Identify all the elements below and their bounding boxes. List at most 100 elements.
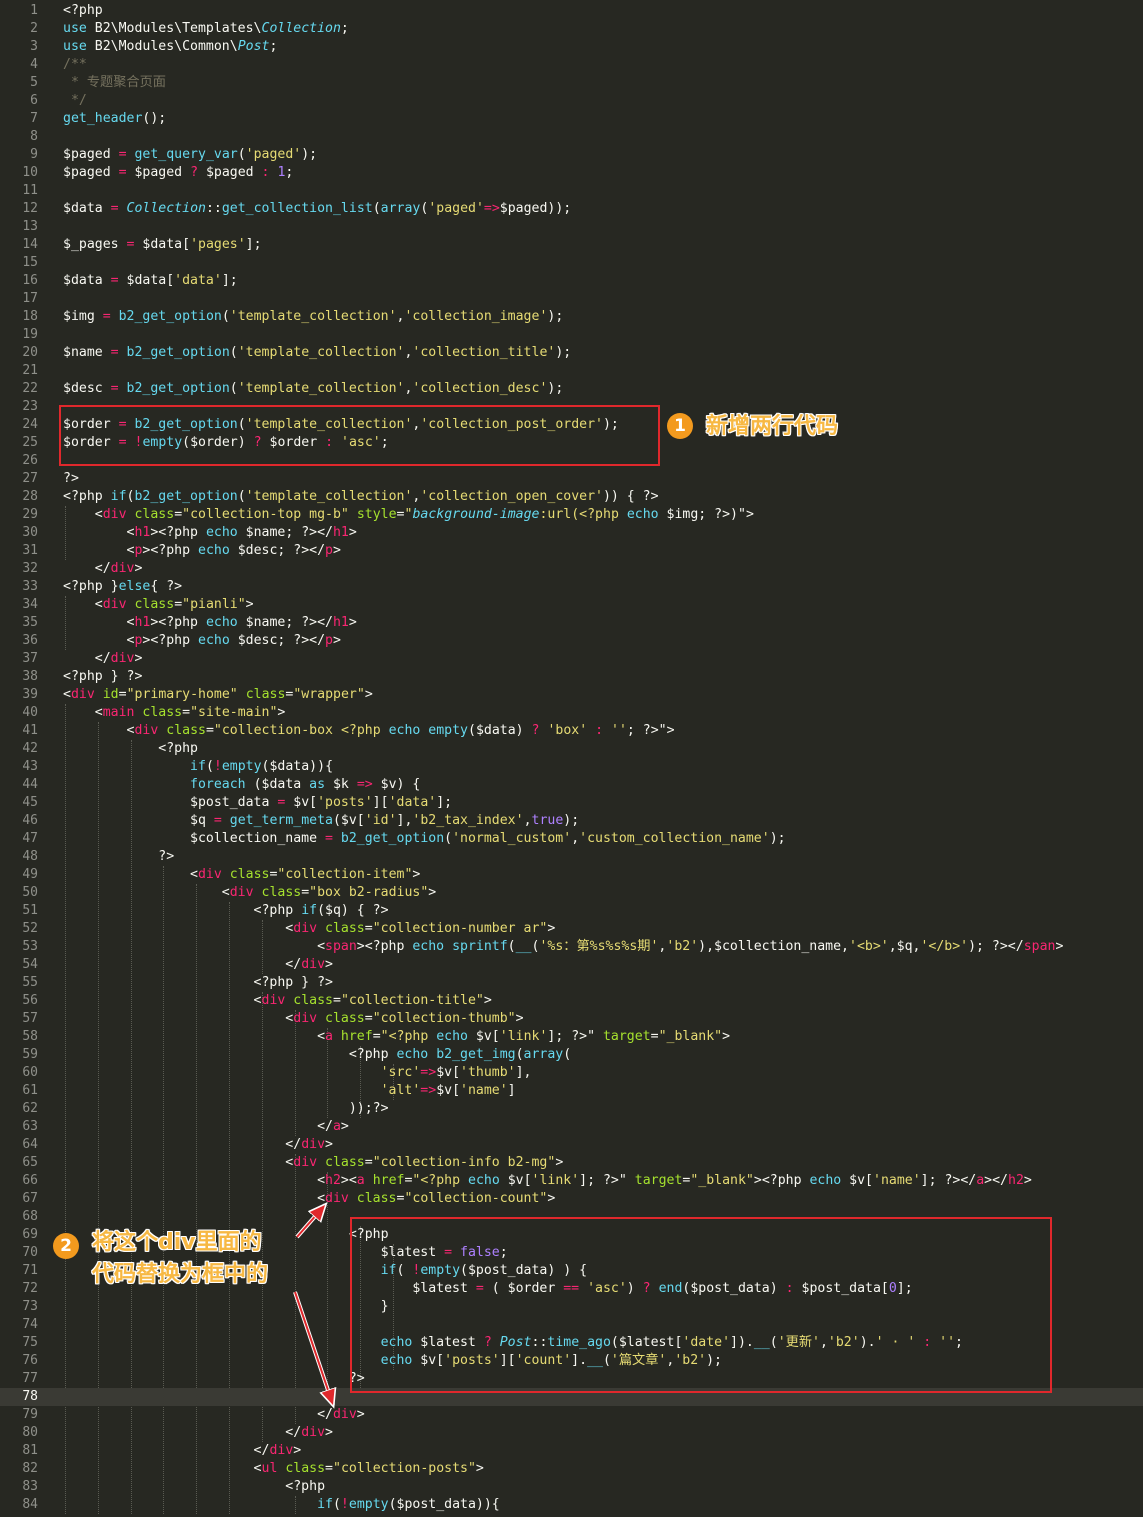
code-line[interactable]: 82 <ul class="collection-posts"> xyxy=(0,1460,1143,1478)
code-line[interactable]: 29 <div class="collection-top mg-b" styl… xyxy=(0,506,1143,524)
code-line[interactable]: 10 $paged = $paged ? $paged : 1; xyxy=(0,164,1143,182)
code-line[interactable]: 4 /** xyxy=(0,56,1143,74)
code-line[interactable]: 11 xyxy=(0,182,1143,200)
code-line[interactable]: 32 </div> xyxy=(0,560,1143,578)
code-token: 'custom_collection_name' xyxy=(579,831,770,846)
code-token: ); ?></ xyxy=(968,939,1024,954)
code-token: < xyxy=(63,543,135,558)
line-number: 68 xyxy=(22,1209,38,1224)
code-line[interactable]: 53 <span><?php echo sprintf(__('%s：第%s%s… xyxy=(0,938,1143,956)
code-line[interactable]: 81 </div> xyxy=(0,1442,1143,1460)
code-line[interactable]: 43 if(!empty($data)){ xyxy=(0,758,1143,776)
code-line[interactable]: 13 xyxy=(0,218,1143,236)
code-line[interactable]: 83 <?php xyxy=(0,1478,1143,1496)
code-token: class xyxy=(261,885,302,900)
code-line[interactable]: 41 <div class="collection-box <?php echo… xyxy=(0,722,1143,740)
code-line[interactable]: 21 xyxy=(0,362,1143,380)
code-line[interactable]: 62 ));?> xyxy=(0,1100,1143,1118)
code-line[interactable]: 48 ?> xyxy=(0,848,1143,866)
code-token: else xyxy=(118,579,151,594)
code-token: * 专题聚合页面 xyxy=(63,75,166,90)
code-token: get_query_var xyxy=(134,147,238,162)
line-number: 48 xyxy=(22,849,38,864)
code-line[interactable]: 30 <h1><?php echo $name; ?></h1> xyxy=(0,524,1143,542)
code-line[interactable]: 45 $post_data = $v['posts']['data']; xyxy=(0,794,1143,812)
code-line[interactable]: 2 use B2\Modules\Templates\Collection; xyxy=(0,20,1143,38)
code-token: background-image xyxy=(412,507,540,522)
code-token: = xyxy=(325,1461,333,1476)
code-line[interactable]: 6 */ xyxy=(0,92,1143,110)
code-line[interactable]: 20 $name = b2_get_option('template_collec… xyxy=(0,344,1143,362)
code-line[interactable]: 22 $desc = b2_get_option('template_collec… xyxy=(0,380,1143,398)
code-line[interactable]: 3 use B2\Modules\Common\Post; xyxy=(0,38,1143,56)
code-token: echo xyxy=(388,723,421,738)
code-line[interactable]: 42 <?php xyxy=(0,740,1143,758)
code-line[interactable]: 8 xyxy=(0,128,1143,146)
code-line[interactable]: 52 <div class="collection-number ar"> xyxy=(0,920,1143,938)
code-line[interactable]: 18 $img = b2_get_option('template_collect… xyxy=(0,308,1143,326)
code-token: h1 xyxy=(332,525,349,540)
code-token: { ?> xyxy=(150,579,183,594)
code-line[interactable]: 63 </a> xyxy=(0,1118,1143,1136)
code-line[interactable]: 37 </div> xyxy=(0,650,1143,668)
code-line[interactable]: 39 <div id="primary-home" class="wrapper"… xyxy=(0,686,1143,704)
code-line[interactable]: 47 $collection_name = b2_get_option('nor… xyxy=(0,830,1143,848)
code-line[interactable]: 60 'src'=>$v['thumb'], xyxy=(0,1064,1143,1082)
line-number: 12 xyxy=(22,201,38,216)
code-text: </div> xyxy=(63,560,143,578)
code-line[interactable]: 14 $_pages = $data['pages']; xyxy=(0,236,1143,254)
code-line[interactable]: 33 <?php }else{ ?> xyxy=(0,578,1143,596)
code-token: b2_get_img xyxy=(436,1047,516,1062)
code-line[interactable]: 51 <?php if($q) { ?> xyxy=(0,902,1143,920)
code-line[interactable]: 40 <main class="site-main"> xyxy=(0,704,1143,722)
code-line[interactable]: 55 <?php } ?> xyxy=(0,974,1143,992)
code-line[interactable]: 7 get_header(); xyxy=(0,110,1143,128)
code-line[interactable]: 31 <p><?php echo $desc; ?></p> xyxy=(0,542,1143,560)
code-line[interactable]: 19 xyxy=(0,326,1143,344)
code-line[interactable]: 54 </div> xyxy=(0,956,1143,974)
code-line[interactable]: 58 <a href="<?php echo $v['link']; ?>" t… xyxy=(0,1028,1143,1046)
code-line[interactable]: 49 <div class="collection-item"> xyxy=(0,866,1143,884)
code-line[interactable]: 79 </div> xyxy=(0,1406,1143,1424)
code-line[interactable]: 34 <div class="pianli"> xyxy=(0,596,1143,614)
code-line[interactable]: 64 </div> xyxy=(0,1136,1143,1154)
code-token: $name; ?></ xyxy=(237,615,333,630)
code-line[interactable]: 17 xyxy=(0,290,1143,308)
code-text: */ xyxy=(63,92,87,110)
code-token: < xyxy=(63,687,71,702)
code-token: <?php xyxy=(63,741,198,756)
code-line[interactable]: 27 ?> xyxy=(0,470,1143,488)
code-line[interactable]: 15 xyxy=(0,254,1143,272)
code-line[interactable]: 38 <?php } ?> xyxy=(0,668,1143,686)
code-line[interactable]: 57 <div class="collection-thumb"> xyxy=(0,1010,1143,1028)
code-line[interactable]: 67 <div class="collection-count"> xyxy=(0,1190,1143,1208)
code-line[interactable]: 16 $data = $data['data']; xyxy=(0,272,1143,290)
code-line[interactable]: 84 if(!empty($post_data)){ xyxy=(0,1496,1143,1514)
code-line[interactable]: 5 * 专题聚合页面 xyxy=(0,74,1143,92)
code-token: div xyxy=(293,921,318,936)
code-token: < xyxy=(63,867,198,882)
code-token: ><?php xyxy=(150,525,206,540)
code-line[interactable]: 61 'alt'=>$v['name'] xyxy=(0,1082,1143,1100)
code-line[interactable]: 36 <p><?php echo $desc; ?></p> xyxy=(0,632,1143,650)
code-token: "collection-info b2-mg" xyxy=(372,1155,556,1170)
code-line[interactable]: 66 <h2><a href="<?php echo $v['link']; ?… xyxy=(0,1172,1143,1190)
code-line[interactable]: 1 <?php xyxy=(0,2,1143,20)
code-text: <div class="pianli"> xyxy=(63,596,254,614)
code-token: < xyxy=(63,993,262,1008)
code-line[interactable]: 44 foreach ($data as $k => $v) { xyxy=(0,776,1143,794)
code-line[interactable]: 35 <h1><?php echo $name; ?></h1> xyxy=(0,614,1143,632)
code-line[interactable]: 9 $paged = get_query_var('paged'); xyxy=(0,146,1143,164)
code-line[interactable]: 65 <div class="collection-info b2-mg"> xyxy=(0,1154,1143,1172)
code-text: <main class="site-main"> xyxy=(63,704,286,722)
line-number: 4 xyxy=(30,57,38,72)
code-line[interactable]: 59 <?php echo b2_get_img(array( xyxy=(0,1046,1143,1064)
code-line[interactable]: 46 $q = get_term_meta($v['id'],'b2_tax_i… xyxy=(0,812,1143,830)
code-line[interactable]: 56 <div class="collection-title"> xyxy=(0,992,1143,1010)
code-line[interactable]: 50 <div class="box b2-radius"> xyxy=(0,884,1143,902)
code-line[interactable]: 12 $data = Collection::get_collection_lis… xyxy=(0,200,1143,218)
code-line[interactable]: 80 </div> xyxy=(0,1424,1143,1442)
code-line[interactable]: 28 <?php if(b2_get_option('template_colle… xyxy=(0,488,1143,506)
